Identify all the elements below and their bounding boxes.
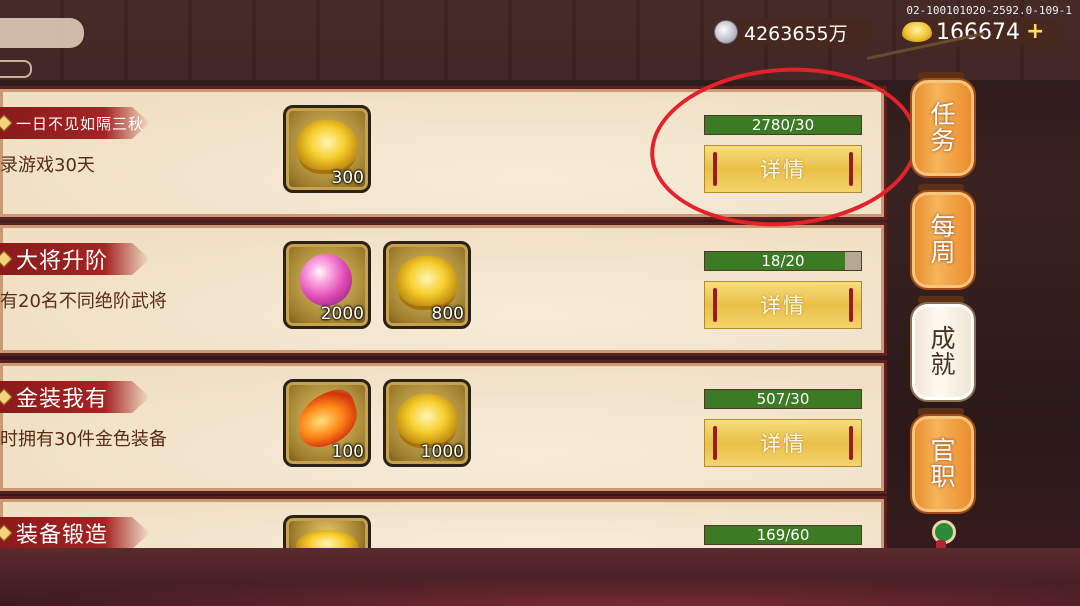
add-gold-icon[interactable]: +	[1026, 21, 1044, 43]
task-title: 一日不见如隔三秋	[16, 114, 145, 133]
reward-item[interactable]: 300	[283, 105, 371, 193]
task-title-banner: 大将升阶	[0, 243, 150, 275]
reward-item[interactable]: 100	[283, 379, 371, 467]
pink-pearl-icon	[300, 254, 352, 306]
task-card: 金装我有 时拥有30件金色装备 100 1000 507/30 详情	[0, 360, 887, 494]
task-description: 有20名不同绝阶武将	[0, 291, 167, 312]
silver-coin-icon	[714, 20, 738, 44]
progress-label: 18/20	[761, 252, 805, 270]
reward-item[interactable]: 1000	[383, 379, 471, 467]
diamond-icon	[0, 114, 13, 132]
tab-label: 官	[930, 436, 956, 465]
progress-bar: 18/20	[704, 251, 862, 271]
progress-bar: 507/30	[704, 389, 862, 409]
progress-label: 507/30	[756, 390, 810, 408]
reward-count: 1000	[420, 442, 464, 462]
tab-label: 每	[930, 212, 956, 241]
task-title-banner: 装备锻造	[0, 517, 150, 549]
tab-achievements[interactable]: 成 就	[910, 302, 976, 402]
task-description: 时拥有30件金色装备	[0, 429, 167, 450]
details-button[interactable]: 详情	[704, 281, 862, 329]
silver-amount: 4263655万	[744, 22, 848, 45]
task-title: 大将升阶	[16, 249, 109, 274]
task-title: 金装我有	[16, 387, 109, 412]
menu-toggle[interactable]	[0, 60, 32, 78]
tab-label: 周	[930, 238, 956, 267]
diamond-icon	[0, 250, 13, 268]
diamond-icon	[0, 388, 13, 406]
back-button[interactable]	[0, 18, 84, 48]
task-title-banner: 金装我有	[0, 381, 150, 413]
gold-ingot-icon	[396, 256, 458, 306]
reward-count: 300	[331, 168, 364, 188]
tab-label: 任	[930, 100, 956, 129]
tab-label: 成	[930, 324, 956, 353]
gold-ingot-icon	[296, 120, 358, 170]
reward-item[interactable]: 2000	[283, 241, 371, 329]
reward-count: 100	[331, 442, 364, 462]
progress-label: 169/60	[756, 526, 810, 544]
reward-item[interactable]: 800	[383, 241, 471, 329]
task-title-banner: 一日不见如隔三秋	[0, 107, 150, 139]
tab-official-rank[interactable]: 官 职	[910, 414, 976, 514]
task-description: 录游戏30天	[0, 155, 95, 176]
tab-label: 职	[930, 462, 956, 491]
version-label: 02-100101020-2592.0-109-1	[906, 4, 1072, 17]
diamond-icon	[0, 524, 13, 542]
tab-tasks[interactable]: 任 务	[910, 78, 976, 178]
tab-label: 务	[930, 126, 956, 155]
progress-bar: 169/60	[704, 525, 862, 545]
task-card: 大将升阶 有20名不同绝阶武将 2000 800 18/20 详情	[0, 222, 887, 356]
gold-ingot-icon	[396, 394, 458, 444]
details-button[interactable]: 详情	[704, 419, 862, 467]
gold-ingot-icon	[902, 22, 932, 42]
task-title: 装备锻造	[16, 523, 109, 548]
silver-currency: 4263655万	[712, 18, 872, 46]
reward-count: 2000	[320, 304, 364, 324]
reward-count: 800	[431, 304, 464, 324]
bottom-overlay	[0, 548, 1080, 606]
tab-label: 就	[930, 350, 956, 379]
tab-weekly[interactable]: 每 周	[910, 190, 976, 290]
